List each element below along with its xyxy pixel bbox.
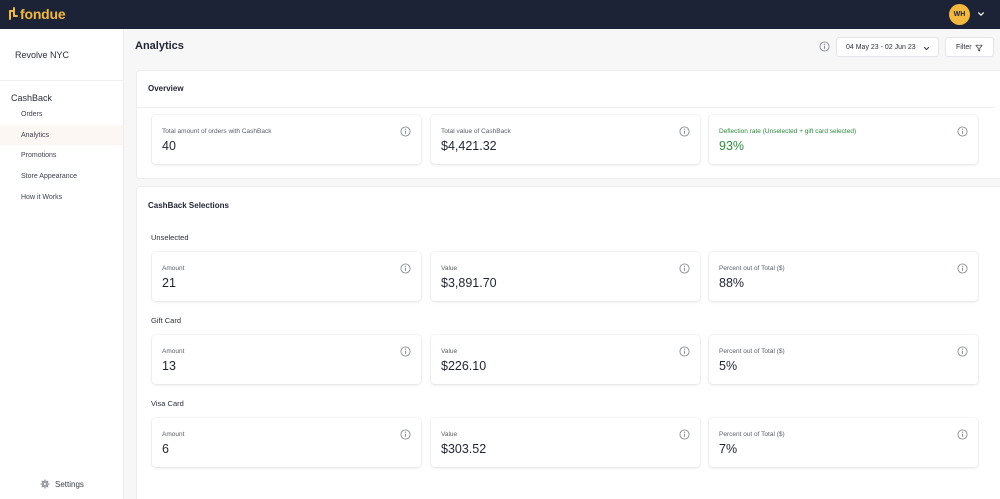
store-name: Revolve NYC [15, 50, 70, 60]
card-label: Value [441, 348, 458, 355]
gear-icon [40, 479, 50, 489]
card-value: $303.52 [441, 442, 487, 456]
info-icon[interactable] [400, 263, 411, 274]
card-label: Percent out of Total ($) [719, 431, 785, 438]
chevron-down-icon[interactable] [977, 10, 985, 18]
main-content: Analytics 04 May 23 - 02 Jun 23 Filter O… [124, 29, 1000, 499]
info-icon[interactable] [679, 126, 690, 137]
sidebar-item-analytics[interactable]: Analytics [0, 125, 123, 145]
cashback-selections-panel: CashBack Selections Unselected Amount 21… [136, 186, 1000, 499]
card-value: 21 [162, 276, 176, 290]
filter-label: Filter [956, 43, 972, 51]
settings-link[interactable]: Settings [40, 479, 84, 489]
card-value: $3,891.70 [441, 276, 497, 290]
card-label: Amount [162, 348, 185, 355]
card-value: $4,421.32 [441, 139, 497, 153]
sidebar-item-store-appearance[interactable]: Store Appearance [0, 166, 123, 186]
card-value: 7% [719, 442, 738, 456]
card-value: 88% [719, 276, 745, 290]
card-label: Deflection rate (Unselected + gift card … [719, 128, 857, 135]
info-icon[interactable] [957, 429, 968, 440]
overview-title: Overview [148, 84, 184, 93]
overview-panel: Overview Total amount of orders with Cas… [136, 70, 1000, 179]
group-label-visa-card: Visa Card [151, 399, 184, 408]
card-label: Amount [162, 265, 185, 272]
chevron-down-icon [923, 46, 930, 51]
top-navbar: fondue WH [0, 0, 1000, 29]
card-value: 6 [162, 442, 169, 456]
sidebar-section-cashback: CashBack [11, 93, 53, 103]
user-avatar[interactable]: WH [949, 4, 970, 25]
stat-card-visa-amount: Amount 6 [152, 418, 421, 467]
stat-card-gift-amount: Amount 13 [152, 335, 421, 384]
stat-card-visa-value: Value $303.52 [431, 418, 700, 467]
card-value: $226.10 [441, 359, 487, 373]
settings-label: Settings [55, 479, 84, 489]
date-range-label: 04 May 23 - 02 Jun 23 [846, 43, 916, 51]
sidebar-item-orders[interactable]: Orders [0, 104, 123, 124]
sidebar-item-how-it-works[interactable]: How it Works [0, 187, 123, 207]
card-label: Percent out of Total ($) [719, 265, 785, 272]
page-title: Analytics [135, 40, 184, 52]
stat-card-visa-percent: Percent out of Total ($) 7% [709, 418, 978, 467]
brand-name: fondue [20, 6, 66, 22]
card-label: Amount [162, 431, 185, 438]
sidebar-item-promotions[interactable]: Promotions [0, 145, 123, 165]
card-value: 13 [162, 359, 176, 373]
stat-card-unselected-percent: Percent out of Total ($) 88% [709, 252, 978, 301]
group-label-gift-card: Gift Card [151, 316, 182, 325]
filter-button[interactable]: Filter [945, 37, 994, 57]
brand-logo[interactable]: fondue [9, 6, 66, 22]
info-icon[interactable] [679, 263, 690, 274]
stat-card-total-orders: Total amount of orders with CashBack 40 [152, 115, 421, 164]
info-icon[interactable] [957, 263, 968, 274]
card-value: 93% [719, 139, 745, 153]
date-range-picker[interactable]: 04 May 23 - 02 Jun 23 [836, 37, 939, 57]
divider [0, 80, 123, 81]
stat-card-gift-percent: Percent out of Total ($) 5% [709, 335, 978, 384]
group-label-unselected: Unselected [151, 233, 189, 242]
stat-card-unselected-amount: Amount 21 [152, 252, 421, 301]
stat-card-unselected-value: Value $3,891.70 [431, 252, 700, 301]
info-icon[interactable] [400, 429, 411, 440]
info-icon[interactable] [679, 429, 690, 440]
card-label: Value [441, 265, 458, 272]
card-value: 5% [719, 359, 738, 373]
info-icon[interactable] [819, 41, 830, 52]
card-label: Total value of CashBack [441, 128, 511, 135]
info-icon[interactable] [679, 346, 690, 357]
card-label: Total amount of orders with CashBack [162, 128, 272, 135]
selections-title: CashBack Selections [148, 201, 229, 210]
info-icon[interactable] [400, 346, 411, 357]
info-icon[interactable] [957, 346, 968, 357]
divider [137, 107, 995, 108]
card-label: Percent out of Total ($) [719, 348, 785, 355]
stat-card-gift-value: Value $226.10 [431, 335, 700, 384]
info-icon[interactable] [957, 126, 968, 137]
info-icon[interactable] [400, 126, 411, 137]
fondue-logo-icon [9, 7, 18, 21]
sidebar: Revolve NYC CashBack Orders Analytics Pr… [0, 29, 124, 499]
stat-card-deflection-rate: Deflection rate (Unselected + gift card … [709, 115, 978, 164]
stat-card-total-value: Total value of CashBack $4,421.32 [431, 115, 700, 164]
card-label: Value [441, 431, 458, 438]
card-value: 40 [162, 139, 176, 153]
funnel-icon [975, 44, 983, 52]
